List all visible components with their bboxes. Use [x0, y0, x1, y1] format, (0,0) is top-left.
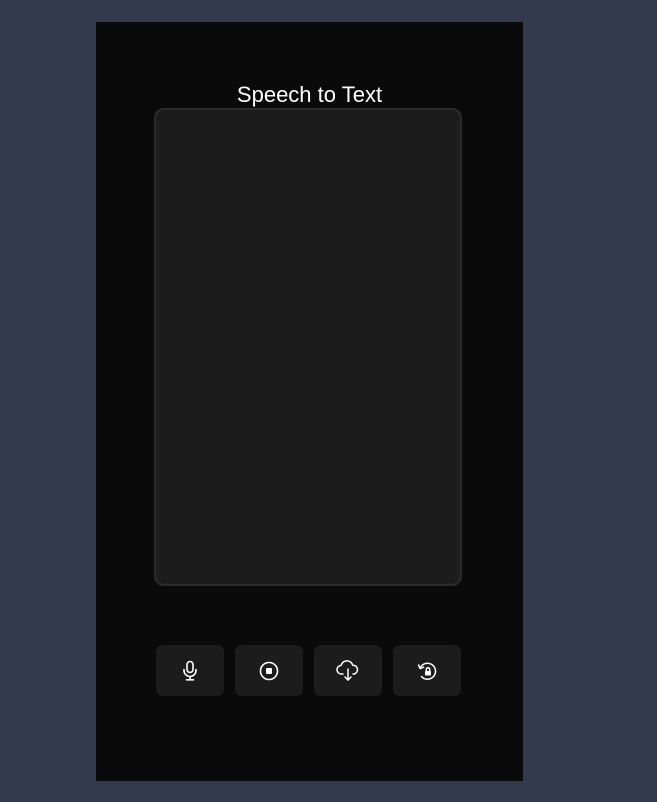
- page-title: Speech to Text: [236, 82, 383, 107]
- stop-circle-icon: [258, 660, 280, 682]
- transcript-textarea[interactable]: [154, 108, 462, 586]
- cloud-download-icon: [335, 659, 361, 682]
- controls-bar: [156, 645, 463, 696]
- microphone-button[interactable]: [156, 645, 224, 696]
- stop-button[interactable]: [235, 645, 303, 696]
- reset-button[interactable]: [393, 645, 461, 696]
- restore-lock-icon: [415, 660, 439, 682]
- app-panel: Speech to Text: [96, 22, 523, 781]
- microphone-icon: [180, 660, 200, 682]
- download-button[interactable]: [314, 645, 382, 696]
